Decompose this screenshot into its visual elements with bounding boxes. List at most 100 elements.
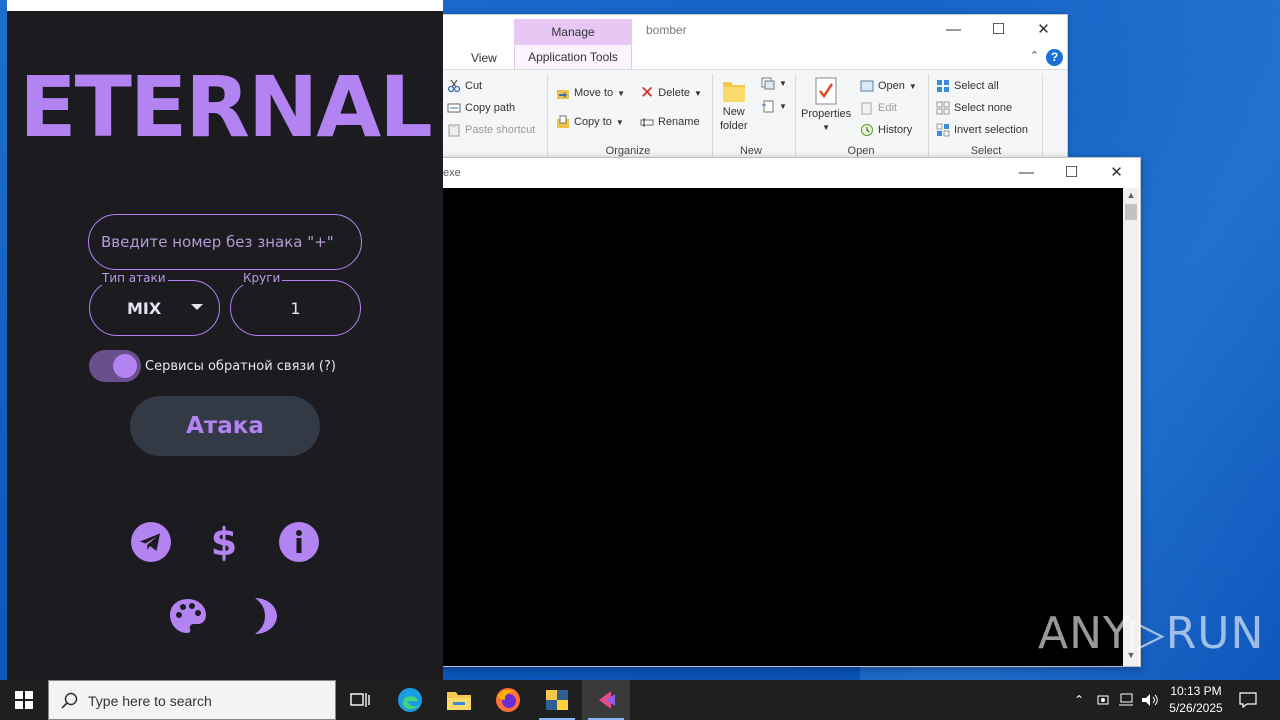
console-scrollbar[interactable]: ▲ ▼ [1123, 188, 1139, 666]
select-all-label: Select all [954, 80, 999, 92]
explorer-titlebar: Manage bomber — ☐ ✕ [441, 15, 1067, 45]
copy-to-icon [557, 115, 569, 128]
console-window: exe — ☐ ✕ ▲ ▼ [440, 157, 1141, 667]
manage-context-tab[interactable]: Manage [514, 19, 632, 45]
rename-button[interactable]: Rename [640, 115, 700, 129]
properties-button[interactable]: Properties ▼ [801, 76, 851, 134]
copy-path-icon [447, 103, 461, 113]
copy-to-label: Copy to [574, 116, 612, 128]
taskbar-clock[interactable]: 10:13 PM 5/26/2025 [1160, 683, 1232, 717]
close-button[interactable]: ✕ [1094, 158, 1139, 188]
console-title: exe [443, 167, 461, 179]
copy-to-button[interactable]: Copy to ▼ [556, 115, 624, 129]
move-to-label: Move to [574, 87, 614, 99]
start-button[interactable] [0, 680, 48, 720]
separator [928, 74, 929, 160]
dropdown-arrow-icon: ▼ [822, 123, 831, 132]
console-titlebar: exe — ☐ ✕ [441, 158, 1140, 188]
python-icon[interactable] [533, 680, 581, 720]
invert-selection-button[interactable]: Invert selection [936, 123, 1028, 137]
network-icon[interactable] [1115, 680, 1137, 720]
open-button[interactable]: Open ▼ [860, 79, 917, 93]
history-icon [861, 124, 873, 136]
edit-button[interactable]: Edit [860, 101, 897, 115]
feedback-services-label: Сервисы обратной связи (?) [145, 359, 336, 374]
app-title-strip [7, 0, 443, 11]
scroll-up-icon[interactable]: ▲ [1123, 190, 1139, 204]
tab-view[interactable]: View [471, 51, 497, 65]
history-button[interactable]: History [860, 123, 912, 137]
feedback-services-toggle[interactable] [89, 350, 141, 382]
console-output[interactable] [443, 188, 1124, 666]
volume-icon[interactable] [1139, 680, 1161, 720]
select-all-button[interactable]: Select all [936, 79, 999, 93]
properties-icon [815, 77, 837, 105]
maximize-button[interactable]: ☐ [1049, 158, 1094, 188]
notifications-icon[interactable] [1236, 680, 1260, 720]
delete-button[interactable]: ✕ Delete ▼ [640, 83, 702, 102]
moon-icon[interactable] [239, 594, 283, 638]
select-none-icon [936, 101, 950, 115]
select-none-button[interactable]: Select none [936, 101, 1012, 115]
properties-label: Properties [801, 108, 852, 120]
scroll-thumb[interactable] [1125, 204, 1137, 220]
chevron-down-icon [191, 304, 203, 310]
rounds-field[interactable]: Круги 1 [230, 271, 361, 336]
meet-now-icon[interactable] [1092, 680, 1114, 720]
collapse-ribbon-icon[interactable]: ⌃ [1030, 49, 1039, 62]
copy-path-button[interactable]: Copy path [447, 101, 515, 115]
minimize-button[interactable]: — [1004, 158, 1049, 188]
help-icon[interactable]: ? [1046, 49, 1063, 66]
palette-icon[interactable] [166, 594, 210, 638]
close-button[interactable]: ✕ [1021, 15, 1066, 45]
select-all-icon [937, 80, 949, 92]
eternal-app-icon[interactable] [582, 680, 630, 720]
paste-shortcut-label: Paste shortcut [465, 124, 536, 136]
dropdown-arrow-icon: ▼ [694, 88, 702, 98]
dropdown-arrow-icon: ▼ [615, 117, 624, 127]
phone-number-input[interactable] [88, 214, 362, 270]
attack-type-select[interactable]: Тип атаки MIX [89, 271, 220, 336]
invert-selection-label: Invert selection [954, 124, 1028, 136]
cut-button[interactable]: Cut [447, 79, 482, 93]
paste-shortcut-button[interactable]: Paste shortcut [447, 123, 535, 137]
easy-access-button[interactable]: ▼ [761, 99, 787, 113]
tab-application-tools[interactable]: Application Tools [514, 45, 632, 69]
minimize-button[interactable]: — [931, 15, 976, 45]
select-none-label: Select none [954, 102, 1013, 114]
new-item-button[interactable]: ▼ [761, 76, 787, 90]
task-view-icon[interactable] [336, 680, 384, 720]
attack-button[interactable]: Атака [130, 396, 320, 456]
eternal-app-window: ETERNAL Тип атаки MIX Круги 1 Сервисы об… [7, 0, 443, 680]
ribbon: Cut Copy path Paste shortcut Move to ▼ Co… [441, 69, 1067, 165]
edit-label: Edit [878, 102, 897, 114]
move-to-button[interactable]: Move to ▼ [556, 86, 625, 100]
search-placeholder: Type here to search [88, 693, 212, 709]
taskbar: Type here to search ⌃ 10:13 PM 5/26/2025 [0, 680, 1280, 720]
info-icon[interactable] [277, 520, 321, 564]
open-icon [860, 80, 874, 92]
edge-icon[interactable] [386, 680, 434, 720]
open-label: Open [878, 80, 905, 92]
ribbon-tabs: View Application Tools ⌃ [441, 45, 1067, 69]
dropdown-arrow-icon: ▼ [617, 88, 626, 98]
select-group-label: Select [970, 145, 1002, 157]
delete-icon: ✕ [640, 83, 655, 102]
firefox-icon[interactable] [484, 680, 532, 720]
taskbar-search-box[interactable]: Type here to search [48, 680, 336, 720]
invert-selection-icon [936, 123, 950, 137]
chevron-up-icon[interactable]: ⌃ [1068, 680, 1090, 720]
maximize-button[interactable]: ☐ [976, 15, 1021, 45]
organize-group-label: Organize [605, 145, 651, 157]
delete-label: Delete [658, 87, 691, 99]
new-folder-button[interactable]: New folder [720, 76, 748, 132]
dollar-icon[interactable]: $ [202, 520, 246, 564]
search-icon [61, 692, 78, 709]
dropdown-arrow-icon: ▼ [779, 101, 787, 111]
telegram-icon[interactable] [129, 520, 173, 564]
copy-path-label: Copy path [465, 102, 516, 114]
rename-icon [640, 118, 654, 127]
paste-shortcut-icon [448, 124, 460, 137]
file-explorer-icon[interactable] [435, 680, 483, 720]
separator [547, 74, 548, 160]
